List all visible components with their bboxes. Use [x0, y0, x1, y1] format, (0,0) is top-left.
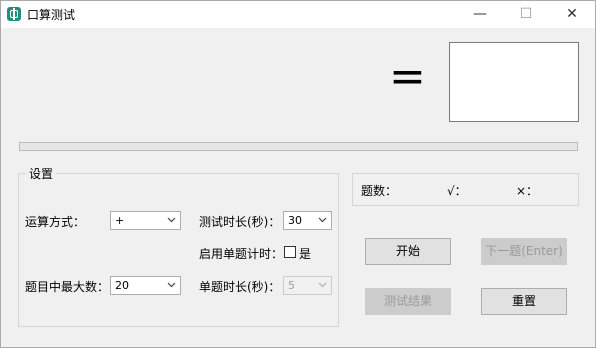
- chevron-down-icon: [318, 217, 327, 223]
- single-timer-checkbox-label[interactable]: 是: [299, 245, 311, 262]
- reset-button[interactable]: 重置: [481, 288, 567, 315]
- duration-value: 30: [288, 214, 302, 227]
- start-button[interactable]: 开始: [365, 238, 451, 265]
- duration-select[interactable]: 30: [283, 211, 332, 230]
- single-duration-select: 5: [283, 276, 332, 295]
- title-bar: 口算测试 — ☐ ✕: [1, 1, 595, 28]
- test-results-button: 测试结果: [365, 288, 451, 315]
- app-icon: [7, 7, 21, 21]
- chevron-down-icon: [167, 217, 176, 223]
- progress-bar: [19, 142, 578, 151]
- single-duration-label: 单题时长(秒)：: [199, 280, 281, 294]
- minimize-button[interactable]: —: [457, 1, 503, 28]
- correct-count-label: √：: [447, 184, 467, 198]
- question-count-label: 题数：: [361, 184, 398, 198]
- close-button[interactable]: ✕: [549, 1, 595, 28]
- window-title: 口算测试: [27, 8, 76, 22]
- max-number-label: 题目中最大数：: [25, 280, 110, 294]
- chevron-down-icon: [318, 282, 327, 288]
- operation-value: +: [115, 214, 125, 227]
- single-timer-label: 启用单题计时：: [199, 247, 284, 261]
- next-question-button: 下一题(Enter): [481, 238, 567, 265]
- wrong-count-label: ×：: [516, 184, 539, 198]
- settings-group-title: 设置: [26, 165, 57, 182]
- app-window: 口算测试 — ☐ ✕ = 设置 运算方式： + 测试时长(秒)： 30 启用单题…: [0, 0, 596, 348]
- answer-display: [449, 42, 579, 122]
- operation-label: 运算方式：: [25, 215, 86, 229]
- equals-sign: =: [389, 51, 426, 102]
- operation-select[interactable]: +: [110, 211, 181, 230]
- maximize-button[interactable]: ☐: [503, 1, 549, 28]
- single-duration-value: 5: [288, 279, 295, 292]
- max-number-value: 20: [115, 279, 129, 292]
- single-timer-checkbox[interactable]: [284, 246, 296, 258]
- chevron-down-icon: [167, 282, 176, 288]
- duration-label: 测试时长(秒)：: [199, 215, 281, 229]
- max-number-select[interactable]: 20: [110, 276, 181, 295]
